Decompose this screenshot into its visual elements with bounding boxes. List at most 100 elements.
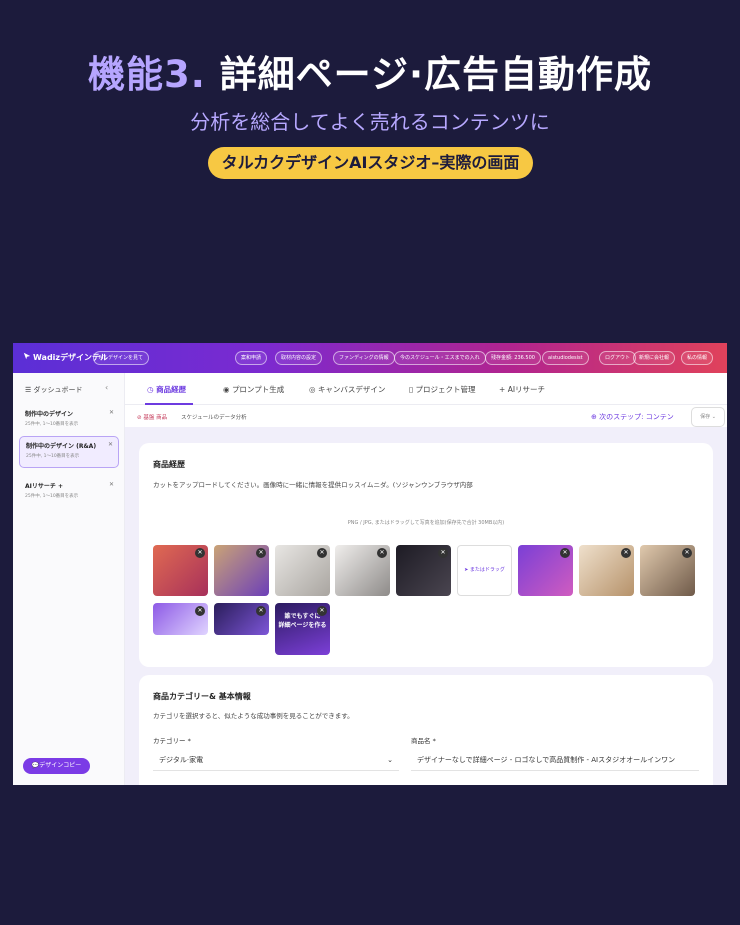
sub-bar: ⊘ 基盤 商品 スケジュールのデータ分析 ⊕ 次のステップ: コンテン 保存 ⌄ xyxy=(125,405,727,427)
cursor-icon xyxy=(23,352,31,360)
product-thumbnail[interactable]: ✕ xyxy=(153,545,208,596)
plus-icon: + xyxy=(499,385,506,394)
hero-title: 機能3. 詳細ページ·広告自動作成 xyxy=(0,44,740,98)
tab-label: プロジェクト管理 xyxy=(415,385,476,394)
category-card: 商品カテゴリー& 基本情報 カテゴリを選択すると、似たような成功事例を見ることが… xyxy=(139,675,713,785)
hero-title-accent: 機能3. xyxy=(87,53,206,96)
design-copy-label: デザインコピー xyxy=(39,762,82,769)
tab-ai-research[interactable]: + AIリサーチ xyxy=(499,380,545,400)
next-icon: ⊕ xyxy=(591,413,597,421)
add-image-label: またはドラッグ xyxy=(469,567,505,573)
next-step-label: 次のステップ: コンテン xyxy=(599,413,674,421)
cursor-icon: ➤ xyxy=(464,567,469,573)
chevron-down-icon: ⌄ xyxy=(387,756,393,764)
next-step-button[interactable]: ⊕ 次のステップ: コンテン xyxy=(591,412,674,422)
product-name-label: 商品名 * xyxy=(411,737,436,745)
remove-icon[interactable]: ✕ xyxy=(560,548,570,558)
close-icon[interactable]: ✕ xyxy=(108,441,113,448)
upload-hint: PNG / JPG, またはドラッグして写真を追加(保存先で合計 30MB以内) xyxy=(347,520,505,526)
product-card: 商品経歴 カットをアップロードしてください。画像時に一緒に情報を提供ロッスイムニ… xyxy=(139,443,713,667)
step-label-text: 基盤 商品 xyxy=(143,415,168,421)
topbar-button[interactable]: 取材内容の設定 xyxy=(275,351,323,365)
topbar-button[interactable]: aistudiodesist xyxy=(542,351,589,365)
tab-prompt[interactable]: ◉ プロンプト生成 xyxy=(223,380,284,400)
remove-icon[interactable]: ✕ xyxy=(195,606,205,616)
step-label: ⊘ 基盤 商品 xyxy=(137,413,167,421)
sidebar-item-title: AIリサーチ + xyxy=(25,483,63,490)
category-card-desc: カテゴリを選択すると、似たような成功事例を見ることができます。 xyxy=(153,712,354,720)
remove-icon[interactable]: ✕ xyxy=(317,548,327,558)
sidebar-item-note: 25件中, 1〜10番目を表示 xyxy=(26,454,80,459)
product-thumbnail[interactable]: 誰でもすぐに 詳細ページを作る ✕ xyxy=(275,603,330,655)
remove-icon[interactable]: ✕ xyxy=(682,548,692,558)
design-copy-button[interactable]: 💬デザインコピー xyxy=(23,758,90,774)
category-card-title: 商品カテゴリー& 基本情報 xyxy=(153,692,251,701)
prompt-icon: ◉ xyxy=(223,385,230,394)
sidebar-item-note: 25件中, 1〜10番目を表示 xyxy=(25,422,79,427)
product-card-desc: カットをアップロードしてください。画像時に一緒に情報を提供ロッスイムニダ。(ソジ… xyxy=(153,481,473,489)
clock-icon: ◷ xyxy=(147,385,154,394)
sidebar-item-active[interactable]: 制作中のデザイン (R&A) 25件中, 1〜10番目を表示 ✕ xyxy=(19,436,119,468)
sidebar-item[interactable]: 制作中のデザイン 25件中, 1〜10番目を表示 ✕ xyxy=(19,405,119,437)
product-thumbnail[interactable]: ✕ xyxy=(640,545,695,596)
tab-canvas[interactable]: ◎ キャンバスデザイン xyxy=(309,380,385,400)
remove-icon[interactable]: ✕ xyxy=(377,548,387,558)
product-name-input[interactable]: デザイナーなしで詳細ページ - ロゴなしで高品質制作 - AIスタジオオールイン… xyxy=(411,749,699,771)
tab-label: 商品経歴 xyxy=(156,385,187,394)
hero-title-main: 詳細ページ·広告自動作成 xyxy=(219,53,653,96)
sidebar-item-title: 制作中のデザイン xyxy=(25,411,74,418)
sidebar-item-note: 25件中, 1〜10番目を表示 xyxy=(25,494,79,499)
sidebar-item[interactable]: AIリサーチ + 25件中, 1〜10番目を表示 ✕ xyxy=(19,477,119,509)
category-label: カテゴリー * xyxy=(153,737,191,745)
save-dropdown-label: 保存 xyxy=(700,414,711,420)
product-thumbnail[interactable]: ✕ xyxy=(518,545,573,596)
step-description: スケジュールのデータ分析 xyxy=(181,415,247,421)
product-thumbnail[interactable]: ✕ xyxy=(214,545,269,596)
product-thumbnail[interactable]: ✕ xyxy=(153,603,208,635)
topbar-button[interactable]: ファンディングの情報 xyxy=(333,351,395,365)
remove-icon[interactable]: ✕ xyxy=(256,548,266,558)
close-icon[interactable]: ✕ xyxy=(109,481,114,488)
app-screenshot: Wadizデザインテル MY デザインを見て 案和申請 取材内容の設定 ファンデ… xyxy=(13,343,727,785)
remove-icon[interactable]: ✕ xyxy=(438,548,448,558)
topbar-button[interactable]: 案和申請 xyxy=(235,351,268,365)
product-thumbnail[interactable]: ✕ xyxy=(396,545,451,596)
remove-icon[interactable]: ✕ xyxy=(621,548,631,558)
product-thumbnail[interactable]: ✕ xyxy=(579,545,634,596)
tab-label: キャンバスデザイン xyxy=(317,385,386,394)
add-image-tile[interactable]: ➤ またはドラッグ xyxy=(457,545,512,596)
remove-icon[interactable]: ✕ xyxy=(317,606,327,616)
product-thumbnail[interactable]: ✕ xyxy=(335,545,390,596)
sidebar: ☰ ダッシュボード ‹ 制作中のデザイン 25件中, 1〜10番目を表示 ✕ 制… xyxy=(13,373,125,785)
collapse-icon[interactable]: ‹ xyxy=(105,383,108,392)
remove-icon[interactable]: ✕ xyxy=(195,548,205,558)
hero-subtitle: 分析を総合してよく売れるコンテンツに xyxy=(190,110,550,134)
product-thumbnail[interactable]: ✕ xyxy=(214,603,269,635)
tab-product-history[interactable]: ◷ 商品経歴 xyxy=(147,380,186,400)
close-icon[interactable]: ✕ xyxy=(109,409,114,416)
product-card-title: 商品経歴 xyxy=(153,460,185,469)
category-select[interactable]: デジタル·家電 ⌄ xyxy=(153,749,399,771)
logout-button[interactable]: ログアウト xyxy=(599,351,637,365)
sidebar-header[interactable]: ☰ ダッシュボード xyxy=(25,385,83,395)
canvas-icon: ◎ xyxy=(309,385,316,394)
thumbnail-banner-line2: 詳細ページを作る xyxy=(278,622,327,629)
sidebar-item-title: 制作中のデザイン (R&A) xyxy=(26,443,97,450)
chevron-down-icon: ⌄ xyxy=(711,414,716,420)
topbar-button[interactable]: 新規に会社報 xyxy=(633,351,676,365)
folder-icon: ▯ xyxy=(409,385,414,394)
topbar-button[interactable]: 今のスケジュール・エスまでの入れ xyxy=(394,351,486,365)
topbar-button[interactable]: 残存金額: 236.500 xyxy=(485,351,541,365)
tab-label: AIリサーチ xyxy=(507,385,546,394)
main-panel: ◷ 商品経歴 ◉ プロンプト生成 ◎ キャンバスデザイン ▯ プロジェクト管理 … xyxy=(125,373,727,785)
remove-icon[interactable]: ✕ xyxy=(256,606,266,616)
tab-project[interactable]: ▯ プロジェクト管理 xyxy=(409,380,476,400)
save-dropdown[interactable]: 保存 ⌄ xyxy=(691,407,725,427)
top-bar: Wadizデザインテル MY デザインを見て 案和申請 取材内容の設定 ファンデ… xyxy=(13,343,727,373)
tab-label: プロンプト生成 xyxy=(231,385,285,394)
my-design-button[interactable]: MY デザインを見て xyxy=(93,351,149,365)
tab-bar: ◷ 商品経歴 ◉ プロンプト生成 ◎ キャンバスデザイン ▯ プロジェクト管理 … xyxy=(125,373,727,405)
profile-button[interactable]: 私の情報 xyxy=(681,351,714,365)
product-thumbnail[interactable]: ✕ xyxy=(275,545,330,596)
menu-icon: ☰ xyxy=(25,386,32,394)
